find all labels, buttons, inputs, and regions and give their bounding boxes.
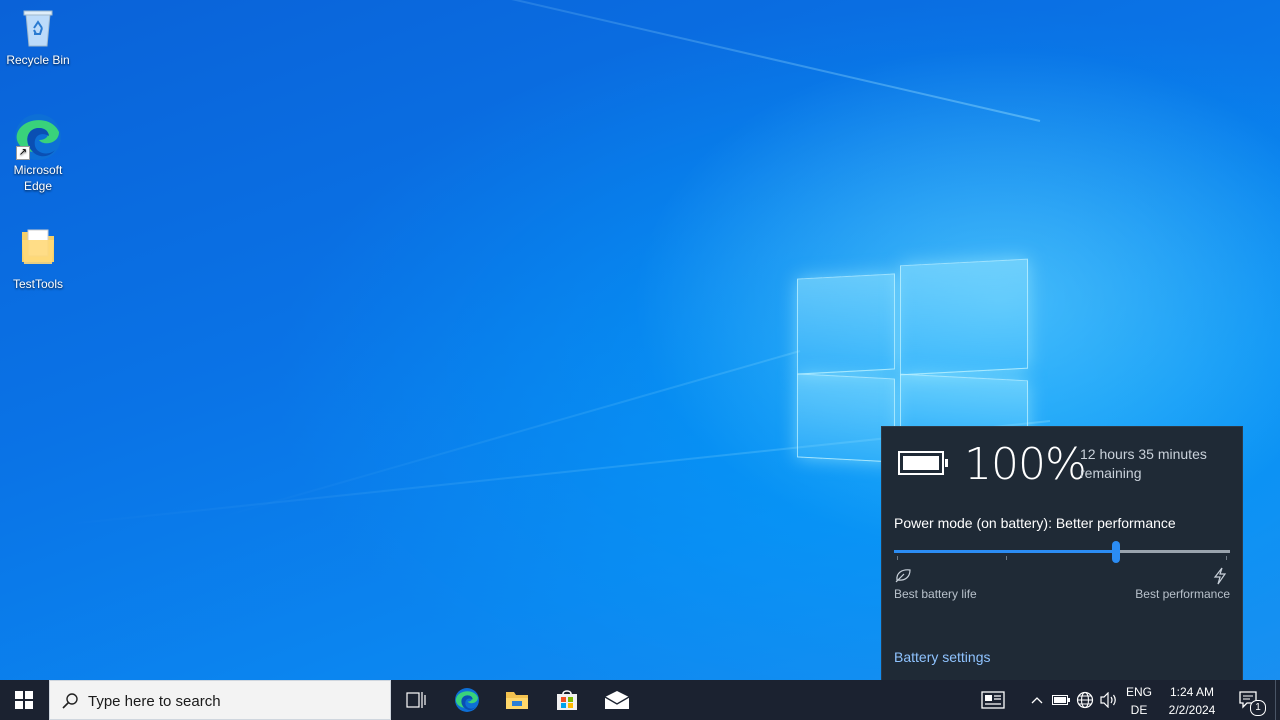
recycle-bin-icon bbox=[16, 6, 60, 50]
keyboard-layout-code: DE bbox=[1130, 703, 1148, 717]
input-language-button[interactable]: ENG DE bbox=[1124, 680, 1154, 720]
task-view-icon bbox=[406, 692, 426, 708]
taskbar-store-button[interactable] bbox=[546, 680, 588, 720]
leaf-battery-saver-icon bbox=[894, 567, 912, 588]
tray-network-button[interactable] bbox=[1074, 680, 1096, 720]
battery-settings-link[interactable]: Battery settings bbox=[894, 649, 991, 665]
desktop-icon-recycle-bin[interactable]: Recycle Bin bbox=[2, 6, 74, 68]
taskbar: Type here to search ENG DE 1:24 AM 2/2/2… bbox=[0, 680, 1280, 720]
news-icon bbox=[981, 691, 1005, 709]
taskbar-mail-button[interactable] bbox=[596, 680, 638, 720]
search-icon bbox=[62, 693, 78, 709]
language-code: ENG bbox=[1125, 685, 1152, 699]
slider-fill bbox=[894, 550, 1116, 553]
battery-percent: 100% bbox=[964, 439, 1087, 490]
edge-icon bbox=[455, 688, 479, 712]
edge-icon: ↗ bbox=[15, 112, 61, 160]
slider-tick bbox=[897, 556, 898, 560]
tray-battery-button[interactable] bbox=[1050, 680, 1072, 720]
desktop-icon-label: Microsoft Edge bbox=[13, 163, 63, 193]
best-battery-life-caption: Best battery life bbox=[894, 587, 977, 601]
battery-flyout: 100% 12 hours 35 minutes remaining Power… bbox=[881, 426, 1243, 682]
folder-icon bbox=[16, 224, 60, 268]
desktop-icon-label: Recycle Bin bbox=[6, 53, 70, 67]
slider-tick bbox=[1226, 556, 1227, 560]
best-performance-caption: Best performance bbox=[1135, 587, 1230, 601]
slider-tick bbox=[1006, 556, 1007, 560]
news-interests-button[interactable] bbox=[978, 680, 1008, 720]
taskbar-file-explorer-button[interactable] bbox=[496, 680, 538, 720]
store-icon bbox=[557, 690, 577, 710]
notification-count-badge: 1 bbox=[1250, 700, 1266, 716]
chevron-up-icon bbox=[1031, 697, 1043, 704]
action-center-button[interactable]: 1 bbox=[1232, 680, 1266, 720]
logo-pane bbox=[797, 273, 895, 375]
clock-date: 2/2/2024 bbox=[1168, 703, 1216, 717]
desktop-icon-testtools[interactable]: TestTools bbox=[2, 224, 74, 292]
show-desktop-button[interactable] bbox=[1275, 680, 1280, 720]
start-button[interactable] bbox=[0, 680, 48, 720]
taskbar-search-box[interactable]: Type here to search bbox=[49, 680, 391, 720]
speaker-volume-icon bbox=[1100, 692, 1116, 708]
taskbar-edge-button[interactable] bbox=[446, 680, 488, 720]
battery-time-remaining: 12 hours 35 minutes remaining bbox=[1080, 446, 1207, 481]
tray-volume-button[interactable] bbox=[1098, 680, 1120, 720]
battery-full-icon bbox=[898, 451, 948, 475]
search-placeholder: Type here to search bbox=[88, 693, 221, 710]
battery-icon bbox=[1052, 695, 1070, 705]
globe-network-icon bbox=[1076, 691, 1094, 709]
file-explorer-icon bbox=[506, 692, 528, 709]
desktop-icon-microsoft-edge[interactable]: ↗ Microsoft Edge bbox=[2, 112, 74, 194]
desktop-icon-label: TestTools bbox=[12, 277, 64, 291]
shortcut-arrow-icon: ↗ bbox=[16, 146, 30, 160]
clock-time: 1:24 AM bbox=[1169, 685, 1215, 699]
clock-button[interactable]: 1:24 AM 2/2/2024 bbox=[1160, 680, 1224, 720]
mail-icon bbox=[604, 691, 630, 709]
windows-start-icon bbox=[15, 691, 33, 709]
show-hidden-icons-button[interactable] bbox=[1028, 680, 1046, 720]
task-view-button[interactable] bbox=[396, 680, 436, 720]
power-mode-slider[interactable] bbox=[894, 541, 1230, 563]
logo-pane bbox=[900, 258, 1028, 376]
slider-thumb[interactable] bbox=[1112, 541, 1120, 563]
power-mode-label: Power mode (on battery): Better performa… bbox=[894, 515, 1176, 531]
